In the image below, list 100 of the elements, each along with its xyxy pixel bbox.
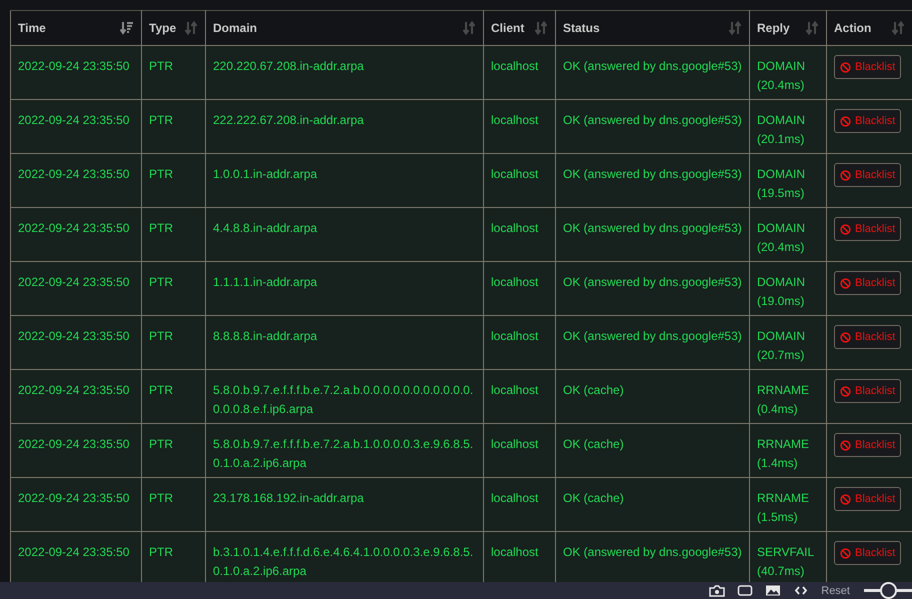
status-cell: OK (answered by dns.google#53) [563,221,742,235]
status-cell: OK (answered by dns.google#53) [563,545,742,559]
domain-cell: 220.220.67.208.in-addr.arpa [213,59,364,73]
reply-time: (1.4ms) [757,455,799,472]
image-icon[interactable] [765,584,782,597]
blacklist-button[interactable]: Blacklist [834,271,902,295]
reset-label[interactable]: Reset [821,584,850,596]
client-cell: localhost [491,167,538,181]
status-cell: OK (answered by dns.google#53) [563,113,742,127]
blacklist-button[interactable]: Blacklist [834,379,902,403]
domain-cell: 222.222.67.208.in-addr.arpa [213,113,364,127]
type-cell: PTR [149,545,173,559]
block-icon [840,278,851,288]
type-cell: PTR [149,437,173,451]
block-icon [840,170,851,180]
time-cell: 2022-09-24 23:35:50 [18,59,130,73]
blacklist-button[interactable]: Blacklist [834,433,902,457]
blacklist-button[interactable]: Blacklist [834,109,902,133]
reply-cell-text: SERVFAIL [757,544,816,561]
time-cell: 2022-09-24 23:35:50 [18,167,130,181]
reply-time: (1.5ms) [757,509,799,526]
client-cell: localhost [491,221,538,235]
domain-cell: 1.0.0.1.in-addr.arpa [213,167,318,181]
reply-cell-text: DOMAIN [757,328,806,345]
reply-time: (19.0ms) [757,293,806,310]
blacklist-button[interactable]: Blacklist [834,325,902,349]
block-icon [840,62,851,72]
block-icon [840,386,851,396]
reply-time: (20.7ms) [757,347,806,364]
reply-cell-text: DOMAIN [757,274,806,291]
column-header[interactable]: Status [563,21,600,35]
domain-cell: 8.8.8.8.in-addr.arpa [213,329,318,343]
column-header[interactable]: Action [834,21,872,35]
status-cell: OK (cache) [563,491,624,505]
client-cell: localhost [491,545,538,559]
reply-time: (40.7ms) [757,563,806,580]
blacklist-button[interactable]: Blacklist [834,163,902,187]
domain-cell: 5.8.0.b.9.7.e.f.f.f.b.e.7.2.a.b.0.0.0.0.0.0.0.0.0.0.0.0.0.0.8.e.f.ip6.arpa [213,383,474,416]
block-icon [840,548,851,558]
time-cell: 2022-09-24 23:35:50 [18,329,130,343]
zoom-slider[interactable] [864,582,912,599]
reply-cell-text: DOMAIN [757,58,806,75]
status-cell: OK (answered by dns.google#53) [563,329,742,343]
time-cell: 2022-09-24 23:35:50 [18,221,130,235]
type-cell: PTR [149,383,173,397]
reply-cell-text: DOMAIN [757,166,806,183]
reply-cell-text: DOMAIN [757,220,806,237]
domain-cell: 23.178.168.192.in-addr.arpa [213,491,364,505]
domain-cell: b.3.1.0.1.4.e.f.f.f.d.6.e.4.6.4.1.0.0.0.0.3.e.9.6.8.5.0.1.0.a.2.ip6.arpa [213,545,474,578]
time-cell: 2022-09-24 23:35:50 [18,113,130,127]
column-header[interactable]: Reply [757,21,790,35]
block-icon [840,116,851,126]
column-header[interactable]: Client [491,21,524,35]
time-cell: 2022-09-24 23:35:50 [18,545,130,559]
block-icon [840,440,851,450]
column-header[interactable]: Type [149,21,176,35]
reply-time: (20.4ms) [757,239,806,256]
time-cell: 2022-09-24 23:35:50 [18,275,130,289]
code-icon[interactable] [793,584,810,597]
type-cell: PTR [149,491,173,505]
frame-icon[interactable] [737,584,754,597]
status-cell: OK (answered by dns.google#53) [563,275,742,289]
time-cell: 2022-09-24 23:35:50 [18,437,130,451]
client-cell: localhost [491,383,538,397]
client-cell: localhost [491,113,538,127]
blacklist-button[interactable]: Blacklist [834,487,902,511]
domain-cell: 4.4.8.8.in-addr.arpa [213,221,318,235]
reply-cell-text: RRNAME [757,436,810,453]
reply-time: (20.4ms) [757,77,806,94]
blacklist-button[interactable]: Blacklist [834,217,902,241]
reply-cell-text: RRNAME [757,382,810,399]
column-header[interactable]: Time [18,21,46,35]
status-cell: OK (answered by dns.google#53) [563,59,742,73]
reply-cell-text: DOMAIN [757,112,806,129]
reply-cell-text: RRNAME [757,490,810,507]
blacklist-button[interactable]: Blacklist [834,55,902,79]
type-cell: PTR [149,167,173,181]
type-cell: PTR [149,329,173,343]
client-cell: localhost [491,59,538,73]
client-cell: localhost [491,275,538,289]
block-icon [840,494,851,504]
type-cell: PTR [149,113,173,127]
type-cell: PTR [149,59,173,73]
reply-time: (20.1ms) [757,131,806,148]
block-icon [840,332,851,342]
reply-time: (0.4ms) [757,401,799,418]
client-cell: localhost [491,491,538,505]
camera-icon[interactable] [709,584,726,597]
status-cell: OK (cache) [563,437,624,451]
reply-time: (19.5ms) [757,185,806,202]
type-cell: PTR [149,275,173,289]
blacklist-button[interactable]: Blacklist [834,541,902,565]
sort-descending-icon[interactable] [120,21,134,35]
time-cell: 2022-09-24 23:35:50 [18,383,130,397]
domain-cell: 5.8.0.b.9.7.e.f.f.f.b.e.7.2.a.b.1.0.0.0.0.3.e.9.6.8.5.0.1.0.a.2.ip6.arpa [213,437,474,470]
column-header[interactable]: Domain [213,21,258,35]
status-cell: OK (answered by dns.google#53) [563,167,742,181]
domain-cell: 1.1.1.1.in-addr.arpa [213,275,318,289]
block-icon [840,224,851,234]
client-cell: localhost [491,329,538,343]
